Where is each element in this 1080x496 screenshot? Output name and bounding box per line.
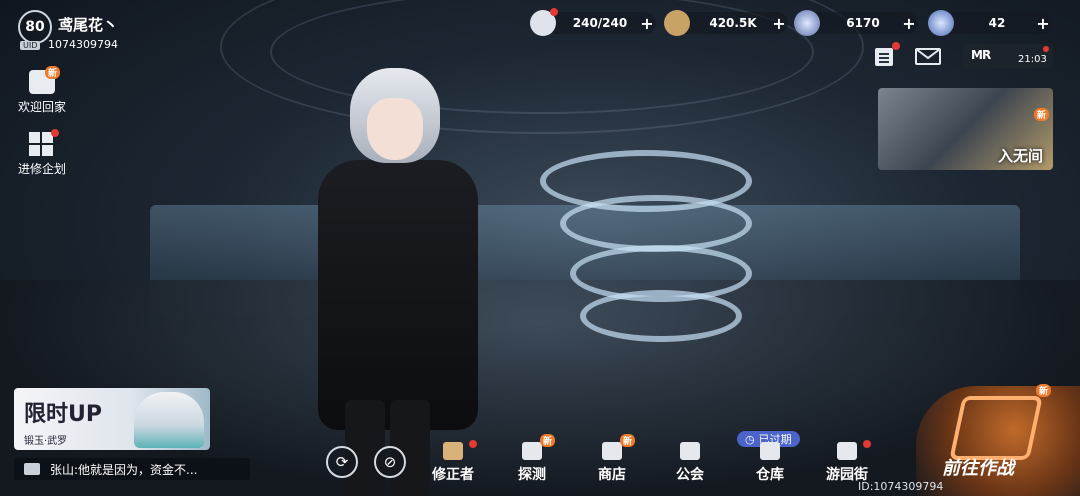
hide-ui-button[interactable]: ⊘ xyxy=(374,446,406,478)
shop-icon: 新 xyxy=(598,434,636,462)
uid-tag: UID xyxy=(20,41,41,50)
add-coins-button[interactable]: + xyxy=(770,14,788,33)
notification-dot xyxy=(1043,46,1049,52)
stamina-value: 240/240 xyxy=(572,16,628,30)
character-body xyxy=(318,160,478,430)
resource-crystal[interactable]: 6170 + xyxy=(794,10,918,36)
training-plan-label: 进修企划 xyxy=(18,162,67,176)
character-portrait xyxy=(134,392,204,448)
notification-dot xyxy=(51,129,59,137)
chat-bar[interactable]: 张山:他就是因为，资金不... xyxy=(14,458,250,480)
nav-explore[interactable]: 新 探测 xyxy=(518,434,556,484)
welcome-home-button[interactable]: 新 欢迎回家 xyxy=(18,66,67,115)
nav-shop[interactable]: 新 商店 xyxy=(598,434,636,484)
mail-button[interactable] xyxy=(914,44,941,68)
clock-time: 21:03 xyxy=(1018,54,1047,65)
nav-modifier-label: 修正者 xyxy=(432,467,474,483)
new-badge: 新 xyxy=(540,434,556,447)
nav-guild[interactable]: 公会 xyxy=(676,440,704,484)
battle-label: 前往作战 xyxy=(942,458,1014,479)
battle-emblem-icon xyxy=(949,396,1043,460)
notification-dot xyxy=(550,8,558,16)
mr-logo: MR xyxy=(971,48,991,62)
add-shard-button[interactable]: + xyxy=(1034,14,1052,33)
chat-bubble-icon xyxy=(24,463,40,475)
chat-message: 张山:他就是因为，资金不... xyxy=(50,462,198,477)
task-list-button[interactable] xyxy=(872,42,900,68)
nav-guild-label: 公会 xyxy=(676,467,704,483)
character-face xyxy=(367,98,423,160)
coin-icon xyxy=(664,10,690,36)
resource-shard[interactable]: 42 + xyxy=(928,10,1052,36)
event-label: 入无间 xyxy=(997,147,1043,165)
notification-dot xyxy=(892,42,900,50)
guild-emblem-icon xyxy=(676,440,704,462)
training-plan-button[interactable]: 进修企划 xyxy=(18,129,67,177)
uid-value: 1074309794 xyxy=(48,38,118,51)
crossed-swords-icon xyxy=(439,440,477,462)
switch-character-button[interactable]: ⟳ xyxy=(326,446,358,478)
nav-modifier[interactable]: 修正者 xyxy=(432,440,477,484)
nav-amusement-street[interactable]: 游园街 xyxy=(826,440,871,484)
add-stamina-button[interactable]: + xyxy=(638,14,656,33)
resource-stamina[interactable]: 240/240 + xyxy=(530,8,656,36)
nav-explore-label: 探测 xyxy=(518,467,546,483)
eye-off-icon: ⊘ xyxy=(383,453,397,471)
battery-icon xyxy=(530,8,558,36)
shard-value: 42 xyxy=(988,16,1006,30)
radar-icon: 新 xyxy=(518,434,556,462)
nav-warehouse-label: 仓库 xyxy=(756,467,784,483)
player-name[interactable]: 鸢尾花丶 xyxy=(58,14,118,35)
new-badge: 新 xyxy=(620,434,636,447)
nav-shop-label: 商店 xyxy=(598,467,626,483)
background-spiral xyxy=(560,195,752,252)
system-status[interactable]: MR 21:03 xyxy=(963,44,1053,68)
refresh-icon: ⟳ xyxy=(335,453,349,471)
warehouse-icon xyxy=(756,440,784,462)
limited-up-subtitle: 锻玉·武罗 xyxy=(24,436,68,447)
background-spiral xyxy=(580,290,742,342)
notification-dot xyxy=(469,440,477,448)
resource-coins[interactable]: 420.5K + xyxy=(664,10,788,36)
coins-value: 420.5K xyxy=(709,16,757,30)
event-banner[interactable]: 新 入无间 xyxy=(878,88,1053,170)
mail-letter-icon: 新 xyxy=(29,66,61,94)
add-crystal-button[interactable]: + xyxy=(900,14,918,33)
nav-warehouse[interactable]: 仓库 xyxy=(756,440,784,484)
new-badge: 新 xyxy=(1033,108,1049,121)
player-level-badge[interactable]: 80 xyxy=(18,10,52,44)
footer-uid: ID:1074309794 xyxy=(858,480,944,493)
shard-icon xyxy=(928,10,954,36)
mail-icon xyxy=(915,48,941,65)
crystal-value: 6170 xyxy=(846,16,880,30)
new-badge: 新 xyxy=(1036,384,1052,397)
clock-icon: ◷ xyxy=(745,432,755,446)
limited-up-banner[interactable]: 限时UP 锻玉·武罗 xyxy=(14,388,210,450)
limited-up-title: 限时UP xyxy=(24,402,102,427)
new-badge: 新 xyxy=(45,66,61,79)
welcome-home-label: 欢迎回家 xyxy=(18,100,67,114)
graduation-cap-icon xyxy=(833,440,871,462)
crystal-star-icon xyxy=(794,10,820,36)
notification-dot xyxy=(863,440,871,448)
grid-icon xyxy=(29,129,59,156)
